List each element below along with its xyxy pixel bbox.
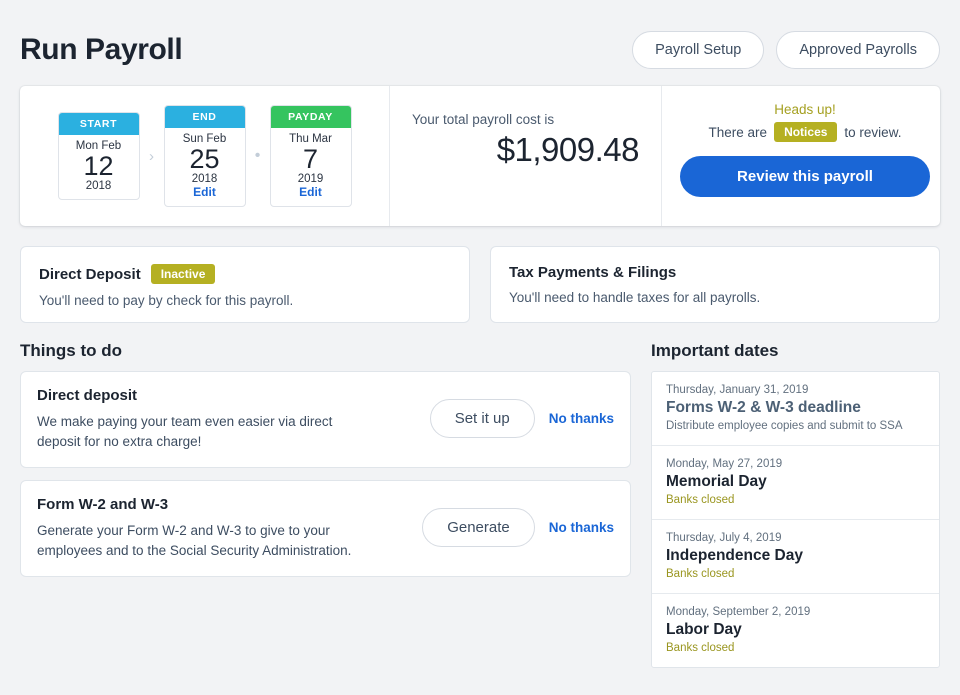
date-card-start[interactable]: START Mon Feb 12 2018	[58, 112, 140, 200]
heads-up-label: Heads up!	[680, 102, 930, 117]
important-date-date: Monday, May 27, 2019	[666, 458, 925, 470]
date-card-start-body: Mon Feb 12 2018	[59, 135, 139, 199]
date-card-end[interactable]: END Sun Feb 25 2018 Edit	[164, 105, 246, 207]
important-date-entry: Thursday, January 31, 2019 Forms W-2 & W…	[652, 372, 939, 446]
important-date-subtitle: Distribute employee copies and submit to…	[666, 420, 925, 432]
date-card-payday-year: 2019	[271, 173, 351, 185]
important-date-date: Thursday, July 4, 2019	[666, 532, 925, 544]
dot-separator-icon: •	[246, 148, 270, 164]
date-card-payday-label: PAYDAY	[271, 106, 351, 128]
tax-payments-status-card: Tax Payments & Filings You'll need to ha…	[490, 246, 940, 323]
date-card-end-day: 25	[165, 145, 245, 173]
pay-period-dates: START Mon Feb 12 2018 › END Sun Feb 25 2…	[20, 86, 390, 226]
generate-button[interactable]: Generate	[422, 508, 535, 547]
todo-direct-deposit-description: We make paying your team even easier via…	[37, 412, 367, 451]
important-date-title: Memorial Day	[666, 473, 925, 491]
page-header: Run Payroll Payroll Setup Approved Payro…	[20, 0, 940, 86]
page-title: Run Payroll	[20, 33, 182, 67]
notice-line: There are Notices to review.	[680, 122, 930, 142]
important-date-entry: Monday, May 27, 2019 Memorial Day Banks …	[652, 446, 939, 520]
no-thanks-direct-deposit-link[interactable]: No thanks	[549, 411, 614, 426]
lower-section: Things to do Direct deposit We make payi…	[20, 341, 940, 668]
todo-form-w2-w3-description: Generate your Form W-2 and W-3 to give t…	[37, 521, 367, 560]
important-date-entry: Thursday, July 4, 2019 Independence Day …	[652, 520, 939, 594]
info-cards-row: Direct Deposit Inactive You'll need to p…	[20, 246, 940, 323]
payroll-summary-card: START Mon Feb 12 2018 › END Sun Feb 25 2…	[20, 86, 940, 226]
important-date-title: Independence Day	[666, 547, 925, 565]
notice-suffix-text: to review.	[844, 125, 901, 140]
run-payroll-page: Run Payroll Payroll Setup Approved Payro…	[0, 0, 960, 695]
date-card-start-label: START	[59, 113, 139, 135]
important-date-date: Thursday, January 31, 2019	[666, 384, 925, 396]
tax-payments-title: Tax Payments & Filings	[509, 264, 676, 281]
important-dates-panel: Thursday, January 31, 2019 Forms W-2 & W…	[651, 371, 940, 668]
things-to-do-column: Things to do Direct deposit We make payi…	[20, 341, 631, 668]
no-thanks-form-w2-w3-link[interactable]: No thanks	[549, 520, 614, 535]
todo-form-w2-w3-title: Form W-2 and W-3	[37, 496, 412, 513]
important-date-date: Monday, September 2, 2019	[666, 606, 925, 618]
set-it-up-button[interactable]: Set it up	[430, 399, 535, 438]
header-actions: Payroll Setup Approved Payrolls	[632, 31, 940, 69]
todo-form-w2-w3-actions: Generate No thanks	[422, 496, 614, 547]
notices-badge[interactable]: Notices	[774, 122, 837, 142]
important-date-entry: Monday, September 2, 2019 Labor Day Bank…	[652, 594, 939, 667]
total-cost-label: Your total payroll cost is	[412, 112, 639, 127]
date-card-start-year: 2018	[59, 180, 139, 192]
todo-item-form-w2-w3: Form W-2 and W-3 Generate your Form W-2 …	[20, 480, 631, 577]
total-payroll-cost: Your total payroll cost is $1,909.48	[390, 86, 662, 226]
date-card-payday-day: 7	[271, 145, 351, 173]
important-date-title: Forms W-2 & W-3 deadline	[666, 399, 925, 417]
direct-deposit-title-row: Direct Deposit Inactive	[39, 264, 451, 284]
important-date-title: Labor Day	[666, 621, 925, 639]
date-card-end-edit-link[interactable]: Edit	[165, 185, 245, 199]
important-date-subtitle: Banks closed	[666, 494, 925, 506]
important-dates-heading: Important dates	[651, 341, 940, 361]
date-card-end-body: Sun Feb 25 2018 Edit	[165, 128, 245, 206]
date-card-payday-body: Thu Mar 7 2019 Edit	[271, 128, 351, 206]
todo-direct-deposit-actions: Set it up No thanks	[430, 387, 614, 438]
direct-deposit-status-badge: Inactive	[151, 264, 216, 284]
things-to-do-heading: Things to do	[20, 341, 631, 361]
review-this-payroll-button[interactable]: Review this payroll	[680, 156, 930, 197]
date-card-end-year: 2018	[165, 173, 245, 185]
todo-direct-deposit-text: Direct deposit We make paying your team …	[37, 387, 430, 451]
tax-payments-subtitle: You'll need to handle taxes for all payr…	[509, 290, 921, 305]
chevron-right-icon: ›	[140, 148, 164, 165]
direct-deposit-status-card: Direct Deposit Inactive You'll need to p…	[20, 246, 470, 323]
date-card-payday-edit-link[interactable]: Edit	[271, 185, 351, 199]
date-card-payday[interactable]: PAYDAY Thu Mar 7 2019 Edit	[270, 105, 352, 207]
approved-payrolls-button[interactable]: Approved Payrolls	[776, 31, 940, 69]
date-card-end-label: END	[165, 106, 245, 128]
date-card-start-day: 12	[59, 152, 139, 180]
notice-prefix-text: There are	[709, 125, 768, 140]
notices-panel: Heads up! There are Notices to review. R…	[662, 86, 940, 226]
direct-deposit-subtitle: You'll need to pay by check for this pay…	[39, 293, 451, 308]
todo-direct-deposit-title: Direct deposit	[37, 387, 420, 404]
tax-payments-title-row: Tax Payments & Filings	[509, 264, 921, 281]
todo-form-w2-w3-text: Form W-2 and W-3 Generate your Form W-2 …	[37, 496, 422, 560]
todo-item-direct-deposit: Direct deposit We make paying your team …	[20, 371, 631, 468]
payroll-setup-button[interactable]: Payroll Setup	[632, 31, 764, 69]
important-date-subtitle: Banks closed	[666, 642, 925, 654]
direct-deposit-title: Direct Deposit	[39, 266, 141, 283]
important-date-subtitle: Banks closed	[666, 568, 925, 580]
important-dates-column: Important dates Thursday, January 31, 20…	[651, 341, 940, 668]
total-cost-value: $1,909.48	[412, 131, 639, 169]
